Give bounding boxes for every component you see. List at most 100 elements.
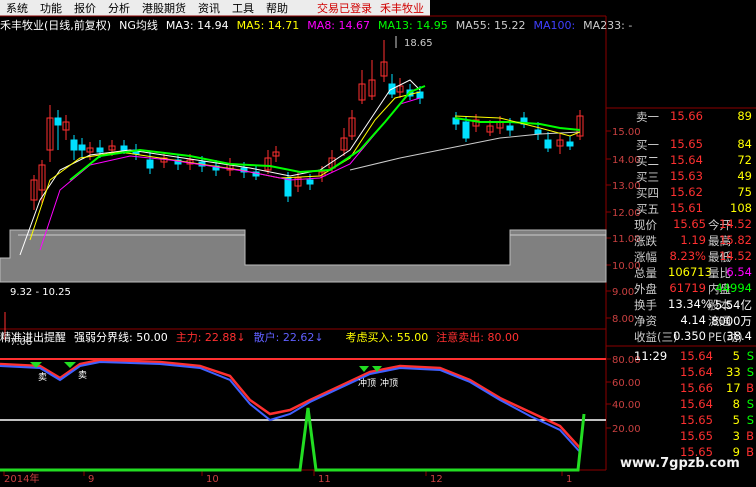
indicator-line3: 散户: 22.62↓ (253, 331, 324, 344)
bid-volume: 72 (737, 153, 752, 167)
trade-side: B (746, 429, 754, 443)
stat-label: 涨幅 (634, 250, 657, 264)
bid-price: 15.62 (670, 185, 703, 199)
watermark-text: www.7gpzb.com (620, 456, 740, 471)
candle-body (306, 179, 314, 185)
trade-volume: 5 (732, 413, 740, 427)
ask-price: 15.66 (670, 109, 703, 123)
bid-price: 15.63 (670, 169, 703, 183)
x-axis-label: 12 (430, 474, 443, 485)
quote-panel: 卖一 15.66 89 买一 15.65 84 买二 15.64 72 买三 1… (608, 108, 756, 346)
trade-row: 15.64 33 S (608, 364, 756, 380)
ma55-label: MA55: 15.22 (455, 18, 526, 32)
quote-stat-row: 外盘 61719 内盘 44994 (608, 280, 756, 296)
stat-value: 14.52 (719, 249, 752, 263)
ma8-label: MA8: 14.67 (307, 18, 371, 32)
x-axis-label: 1 (566, 474, 572, 485)
stat-value: 0.350 (673, 329, 706, 343)
bid-label: 买四 (636, 186, 659, 200)
quote-stat-row: 总量 106713 量比 6.54 (608, 264, 756, 280)
sell-marker: 卖 (78, 370, 87, 381)
sell-marker: 卖 (38, 372, 47, 383)
stat-value: 15.82 (719, 233, 752, 247)
trade-volume: 33 (726, 365, 741, 379)
candle-body (54, 117, 62, 126)
ask-row: 卖一 15.66 89 (608, 108, 756, 124)
stat-label: 换手 (634, 298, 657, 312)
trade-row: 15.65 3 B (608, 428, 756, 444)
bid-volume: 75 (737, 185, 752, 199)
stat-value: 44994 (715, 281, 752, 295)
signal-arrow-icon (359, 366, 369, 372)
ma13-line (69, 85, 426, 181)
stat-value: 15.65 (673, 217, 706, 231)
bid-price: 15.61 (670, 201, 703, 215)
trade-price: 15.65 (680, 413, 713, 427)
stat-value: 14.52 (719, 217, 752, 231)
candle-body (284, 177, 292, 197)
candle-body (462, 121, 470, 139)
price-header: 禾丰牧业(日线,前复权) NG均线 MA3: 14.94 MA5: 14.71 … (0, 17, 640, 33)
candle-body (544, 139, 552, 149)
candle-body (506, 125, 514, 131)
peak-marker: 冲顶 (358, 377, 376, 389)
trade-row: 15.65 5 S (608, 412, 756, 428)
stat-value: 8000万 (711, 314, 752, 328)
stat-value: 4.14 (680, 313, 706, 327)
ma5-label: MA5: 14.71 (236, 18, 300, 32)
trade-price: 15.64 (680, 365, 713, 379)
bid-volume: 84 (737, 137, 752, 151)
bid-row: 买三 15.63 49 (608, 168, 756, 184)
stat-value: 5.54亿 (714, 298, 752, 312)
ask-volume: 89 (737, 109, 752, 123)
stat-value: 6.54 (726, 265, 752, 279)
candle-body (78, 144, 86, 151)
indicator-line1: 强弱分界线: 50.00 (74, 331, 168, 344)
indicator-line2: 主力: 22.88↓ (175, 331, 246, 344)
trade-price: 15.64 (680, 349, 713, 363)
indicator-title: 精准进出提醒 (0, 331, 66, 344)
quote-stat-row: 净资 4.14 流通 8000万 (608, 312, 756, 328)
trade-side: B (746, 445, 754, 459)
trade-side: B (746, 381, 754, 395)
quote-stat-row: 换手 13.34% 股本 5.54亿 (608, 296, 756, 312)
trade-price: 15.66 (680, 381, 713, 395)
buy-signal-line (0, 407, 586, 472)
high-annotation: 18.65 (404, 38, 433, 49)
candle-body (534, 129, 542, 135)
quote-stat-row: 涨跌 1.19 最高 15.82 (608, 232, 756, 248)
ma233-label: MA233: - (583, 18, 633, 32)
bid-row: 买五 15.61 108 (608, 200, 756, 216)
trade-row: 11:29 15.64 5 S (608, 348, 756, 364)
x-axis-label: 11 (318, 474, 331, 485)
bid-price: 15.64 (670, 153, 703, 167)
trade-side: S (746, 349, 754, 363)
quote-stat-row: 现价 15.65 今开 14.52 (608, 216, 756, 232)
stat-value: 61719 (669, 281, 706, 295)
stat-value: 8.23% (669, 249, 706, 263)
candle-body (96, 147, 104, 153)
trade-time: 11:29 (634, 349, 668, 363)
indicator-line4: 考虑买入: 55.00 (345, 331, 429, 344)
range-annotation: 9.32 - 10.25 (10, 287, 71, 298)
trade-side: S (746, 413, 754, 427)
ma3-label: MA3: 14.94 (165, 18, 229, 32)
trade-price: 15.65 (680, 429, 713, 443)
bid-price: 15.65 (670, 137, 703, 151)
price-subtitle: NG均线 (119, 19, 158, 32)
trade-volume: 3 (732, 429, 740, 443)
trade-row: 15.64 8 S (608, 396, 756, 412)
price-title: 禾丰牧业(日线,前复权) (0, 19, 112, 32)
bid-volume: 49 (737, 169, 752, 183)
candle-body (70, 139, 78, 151)
stat-label: 外盘 (634, 282, 657, 296)
stat-value: 13.34% (668, 297, 712, 311)
x-axis-label: 9 (88, 474, 94, 485)
candle-body (566, 141, 574, 147)
trade-price: 15.64 (680, 397, 713, 411)
bid-label: 买三 (636, 170, 659, 184)
stat-value: 106713 (668, 265, 712, 279)
ask-label: 卖一 (636, 110, 659, 124)
stat-label: 总量 (634, 266, 657, 280)
trade-volume: 17 (726, 381, 741, 395)
